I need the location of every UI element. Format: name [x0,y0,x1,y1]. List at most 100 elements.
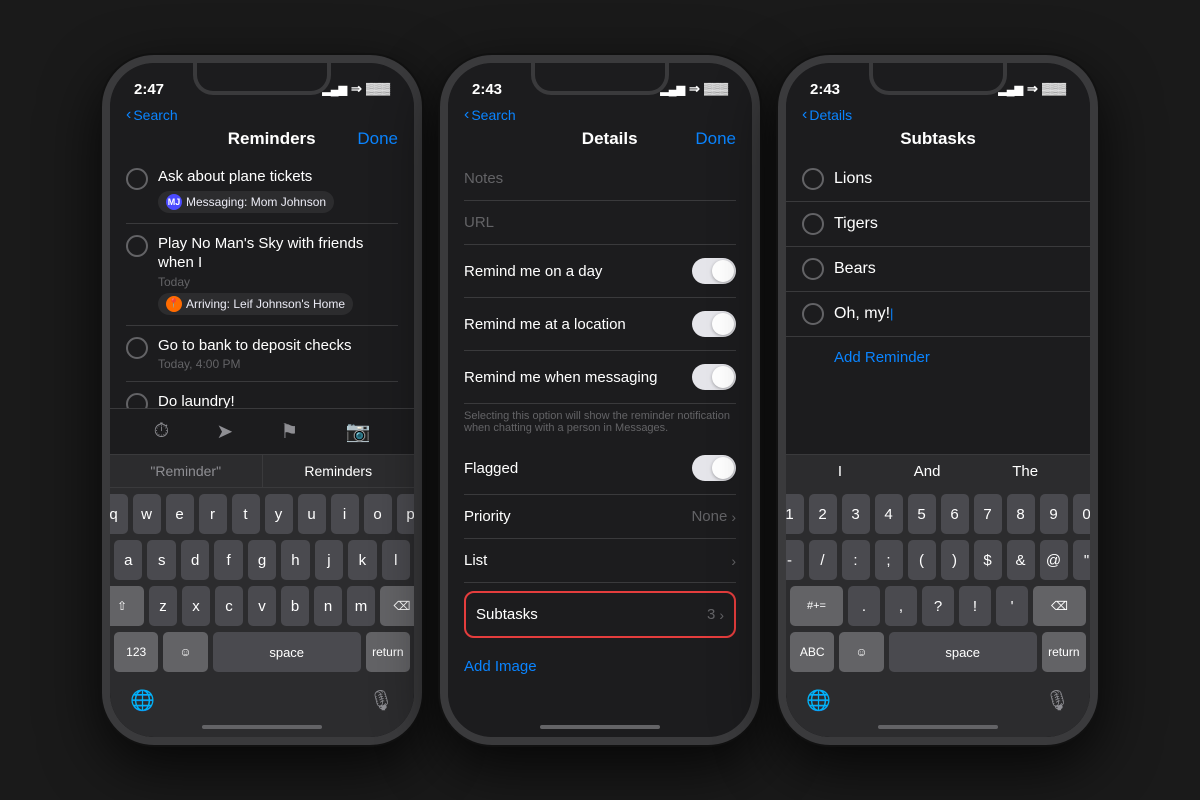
subtask-bears[interactable]: Bears [786,247,1090,292]
subtask-circle-2[interactable] [802,213,824,235]
key-period[interactable]: . [848,586,880,626]
key-7[interactable]: 7 [974,494,1002,534]
key-2[interactable]: 2 [809,494,837,534]
form-remind-messaging-row[interactable]: Remind me when messaging [464,351,736,404]
key-quote[interactable]: " [1073,540,1091,580]
form-url-row[interactable]: URL [464,201,736,245]
key-g[interactable]: g [248,540,276,580]
subtask-circle-4[interactable] [802,303,824,325]
word-the[interactable]: The [1012,463,1038,480]
key-v[interactable]: v [248,586,276,626]
key-apostrophe[interactable]: ' [996,586,1028,626]
key-o[interactable]: o [364,494,392,534]
reminder-item-3[interactable]: Go to bank to deposit checks Today, 4:00… [126,326,398,383]
subtask-tigers[interactable]: Tigers [786,202,1090,247]
key-y[interactable]: y [265,494,293,534]
key-space[interactable]: space [213,632,361,672]
mic-icon[interactable]: 🎙 [369,688,394,713]
remind-day-toggle[interactable] [692,258,736,284]
subtask-circle-1[interactable] [802,168,824,190]
autocomplete-reminders[interactable]: Reminders [263,455,415,487]
reminder-item-2[interactable]: Play No Man's Sky with friends when I To… [126,224,398,326]
key-0[interactable]: 0 [1073,494,1091,534]
key-dash[interactable]: - [786,540,804,580]
back-nav-3[interactable]: ‹ Details [802,107,852,123]
key-w[interactable]: w [133,494,161,534]
key-8[interactable]: 8 [1007,494,1035,534]
subtask-lions[interactable]: Lions [786,157,1090,202]
flag-icon[interactable]: ⚑ [280,419,298,444]
key-shift[interactable]: ⇧ [110,586,144,626]
key-a[interactable]: a [114,540,142,580]
autocomplete-reminder-quoted[interactable]: "Reminder" [110,455,263,487]
form-priority-row[interactable]: Priority None › [464,495,736,539]
remind-location-toggle[interactable] [692,311,736,337]
key-hashplus[interactable]: #+= [790,586,843,626]
key-3[interactable]: 3 [842,494,870,534]
key-question[interactable]: ? [922,586,954,626]
key-4[interactable]: 4 [875,494,903,534]
key-q[interactable]: q [110,494,128,534]
key-h[interactable]: h [281,540,309,580]
key-x[interactable]: x [182,586,210,626]
key-delete[interactable]: ⌫ [380,586,414,626]
key-c[interactable]: c [215,586,243,626]
key-exclaim[interactable]: ! [959,586,991,626]
reminder-item-4[interactable]: Do laundry! Today, 11:00 PM [126,382,398,408]
key-j[interactable]: j [315,540,343,580]
back-nav-2[interactable]: ‹ Search [464,107,516,123]
key-slash[interactable]: / [809,540,837,580]
key-z[interactable]: z [149,586,177,626]
key-u[interactable]: u [298,494,326,534]
form-remind-day-row[interactable]: Remind me on a day [464,245,736,298]
key-return-3[interactable]: return [1042,632,1086,672]
remind-messaging-toggle[interactable] [692,364,736,390]
key-p[interactable]: p [397,494,415,534]
key-colon[interactable]: : [842,540,870,580]
key-semicolon[interactable]: ; [875,540,903,580]
mic-icon-3[interactable]: 🎙 [1045,688,1070,713]
key-delete-3[interactable]: ⌫ [1033,586,1086,626]
key-rparen[interactable]: ) [941,540,969,580]
key-9[interactable]: 9 [1040,494,1068,534]
nav-done-1[interactable]: Done [357,129,398,149]
key-space-3[interactable]: space [889,632,1037,672]
key-5[interactable]: 5 [908,494,936,534]
key-t[interactable]: t [232,494,260,534]
key-d[interactable]: d [181,540,209,580]
key-lparen[interactable]: ( [908,540,936,580]
reminder-circle-4[interactable] [126,393,148,408]
form-notes-row[interactable]: Notes [464,157,736,201]
back-nav-1[interactable]: ‹ Search [126,107,178,123]
key-m[interactable]: m [347,586,375,626]
subtasks-row[interactable]: Subtasks 3 › [464,591,736,638]
form-remind-location-row[interactable]: Remind me at a location [464,298,736,351]
subtask-oh-my[interactable]: Oh, my!| [786,292,1090,337]
location-icon[interactable]: ➤ [216,419,233,444]
form-list-row[interactable]: List › [464,539,736,583]
key-emoji[interactable]: ☺ [163,632,207,672]
word-and[interactable]: And [914,463,941,480]
key-f[interactable]: f [214,540,242,580]
key-return[interactable]: return [366,632,410,672]
key-abc[interactable]: ABC [790,632,834,672]
reminder-item-1[interactable]: Ask about plane tickets MJ Messaging: Mo… [126,157,398,224]
word-i[interactable]: I [838,463,842,480]
key-l[interactable]: l [382,540,410,580]
nav-done-2[interactable]: Done [695,129,736,149]
reminder-circle-2[interactable] [126,235,148,257]
key-n[interactable]: n [314,586,342,626]
key-emoji-3[interactable]: ☺ [839,632,883,672]
key-amp[interactable]: & [1007,540,1035,580]
flagged-toggle[interactable] [692,455,736,481]
globe-icon-3[interactable]: 🌐 [806,688,831,713]
key-at[interactable]: @ [1040,540,1068,580]
key-s[interactable]: s [147,540,175,580]
key-comma[interactable]: , [885,586,917,626]
key-e[interactable]: e [166,494,194,534]
key-b[interactable]: b [281,586,309,626]
key-i[interactable]: i [331,494,359,534]
key-6[interactable]: 6 [941,494,969,534]
key-1[interactable]: 1 [786,494,804,534]
key-dollar[interactable]: $ [974,540,1002,580]
